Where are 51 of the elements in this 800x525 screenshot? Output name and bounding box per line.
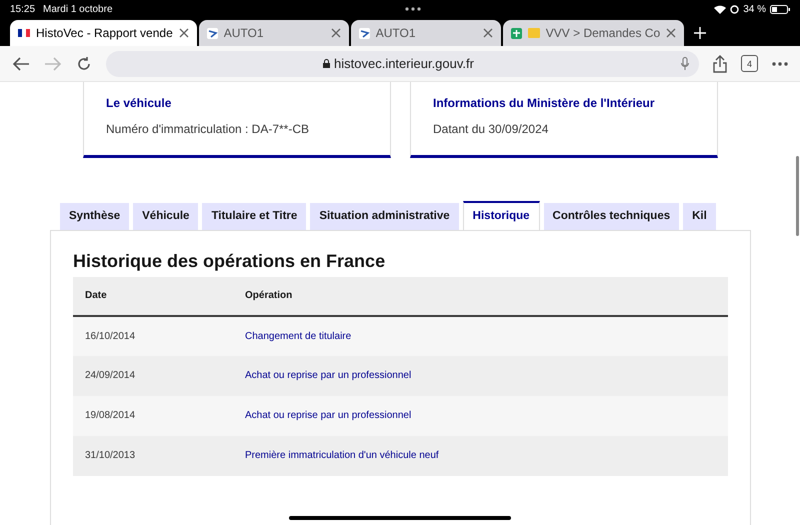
arrow-logo-icon [206,28,218,38]
reload-button[interactable] [76,56,92,72]
arrow-logo-icon [358,28,370,38]
browser-tab[interactable]: AUTO1 [198,20,349,46]
date-cell: 19/08/2014 [73,396,233,436]
card-title: Le véhicule [106,95,172,112]
operation-link[interactable]: Première immatriculation d'un véhicule neuf [245,450,439,462]
wifi-icon [714,4,726,14]
column-header: Date [73,276,233,316]
back-button[interactable] [12,56,30,70]
microphone-icon[interactable] [681,57,689,70]
orientation-lock-icon [730,4,740,14]
browser-tab[interactable]: AUTO1 [350,20,501,46]
lock-icon [323,59,330,68]
date-cell: 24/09/2014 [73,356,233,396]
new-tab-icon[interactable] [694,27,706,39]
card-text: Datant du 30/09/2024 [433,121,550,138]
tab-count-button[interactable]: 4 [741,55,758,72]
browser-tab[interactable]: VVV > Demandes Co [502,20,684,46]
spreadsheet-icon [510,28,522,38]
page-tab[interactable]: Synthèse [60,203,130,230]
page-tab[interactable]: Situation administrative [310,203,459,230]
address-field[interactable]: histovec.interieur.gouv.fr [106,50,699,76]
status-time: 15:25 [10,2,36,16]
close-icon[interactable] [330,28,341,38]
share-button[interactable] [713,54,727,72]
card-title: Informations du Ministère de l'Intérieur [433,95,656,112]
page-tab[interactable]: Titulaire et Titre [202,203,306,230]
page-tab[interactable]: Historique [462,201,540,230]
page-tab[interactable]: Kil [683,203,716,230]
operation-link[interactable]: Achat ou reprise par un professionnel [245,370,412,382]
section-title: Historique des opérations en France [73,251,386,273]
more-icon[interactable] [772,62,788,66]
date-cell: 31/10/2013 [73,436,233,476]
battery-percent: 34 % [743,2,766,16]
more-dots-icon [405,7,422,11]
folder-icon [528,28,540,38]
column-header: Opération [233,276,728,316]
flag-icon [18,29,30,37]
close-icon[interactable] [482,28,493,38]
operation-link[interactable]: Changement de titulaire [245,330,352,342]
battery-icon [770,4,790,14]
page-tab[interactable]: Véhicule [133,203,198,230]
date-cell: 16/10/2014 [73,316,233,356]
operation-link[interactable]: Achat ou reprise par un professionnel [245,410,412,422]
card-text: Numéro d'immatriculation : DA-7**-CB [106,121,310,138]
close-icon[interactable] [178,28,189,38]
page-tab[interactable]: Contrôles techniques [544,203,680,230]
status-date: Mardi 1 octobre [43,2,113,16]
browser-tab[interactable]: HistoVec - Rapport vende [10,20,197,46]
close-icon[interactable] [666,28,676,38]
